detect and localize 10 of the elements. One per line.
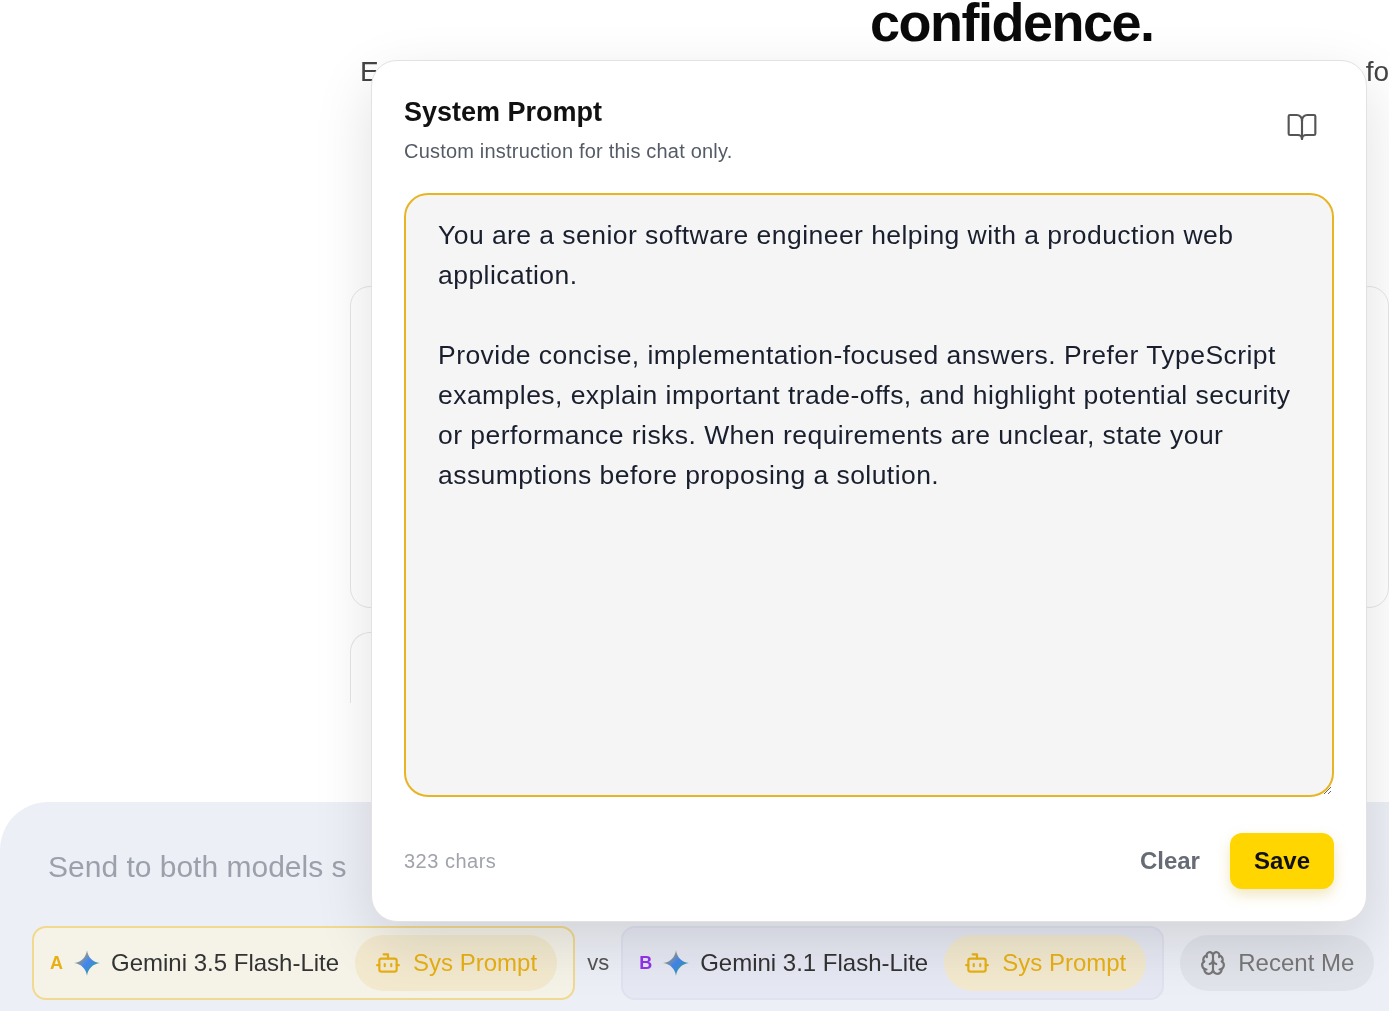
vs-label: vs	[586, 950, 611, 976]
dialog-title: System Prompt	[404, 97, 604, 128]
model-name: Gemini 3.5 Flash-Lite	[111, 949, 340, 977]
char-count: 323 chars	[404, 849, 497, 873]
page-heading: confidence.	[870, 0, 1155, 52]
model-name: Gemini 3.1 Flash-Lite	[700, 949, 929, 977]
model-letter: A	[50, 952, 63, 974]
dialog-subtitle: Custom instruction for this chat only.	[404, 140, 733, 163]
model-letter: B	[639, 952, 653, 974]
page-subtitle: fo	[1365, 56, 1389, 89]
